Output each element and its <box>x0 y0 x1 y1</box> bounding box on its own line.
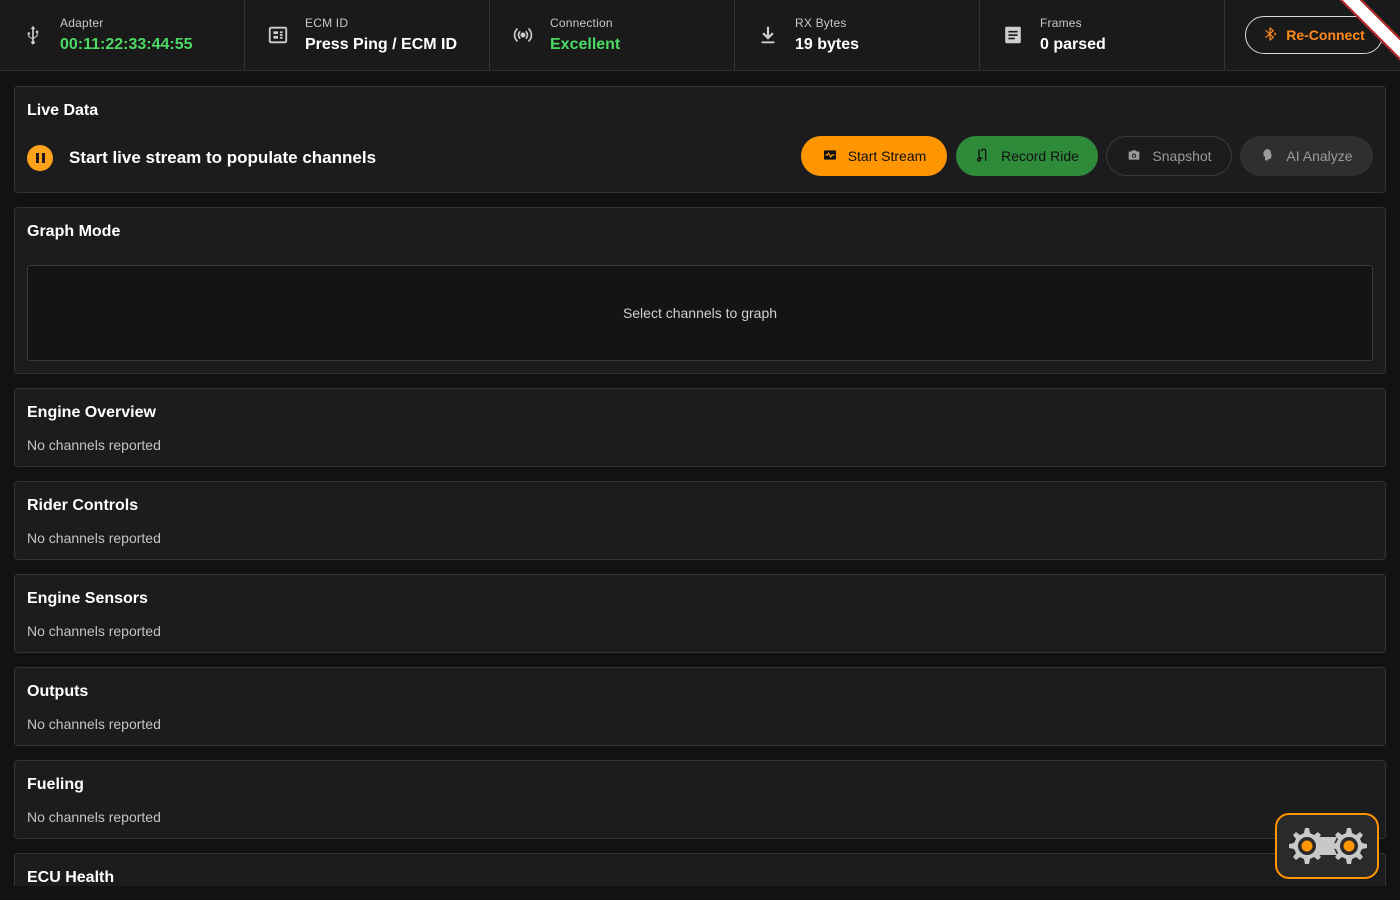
live-data-panel: Live Data Start live stream to populate … <box>14 86 1386 193</box>
adapter-stat: Adapter 00:11:22:33:44:55 <box>0 0 245 70</box>
section-message: No channels reported <box>27 623 161 639</box>
brain-icon <box>1260 147 1276 166</box>
graph-mode-title: Graph Mode <box>27 223 121 240</box>
adapter-label: Adapter <box>60 16 104 30</box>
reconnect-label: Re-Connect <box>1286 27 1365 43</box>
ecm-id-value: Press Ping / ECM ID <box>305 36 458 53</box>
section-message: No channels reported <box>27 437 161 453</box>
ecu-health-panel: ECU Health <box>14 853 1386 886</box>
bluetooth-icon <box>1262 26 1278 45</box>
section-title: Rider Controls <box>27 497 139 514</box>
rx-bytes-stat: RX Bytes 19 bytes <box>735 0 980 70</box>
rx-bytes-label: RX Bytes <box>795 16 847 30</box>
graph-area[interactable]: Select channels to graph <box>27 265 1373 361</box>
section-message: No channels reported <box>27 809 161 825</box>
section-title: Engine Sensors <box>27 590 148 607</box>
gear-icon <box>1289 828 1367 864</box>
live-status-message: Start live stream to populate channels <box>69 148 377 167</box>
rx-bytes-value: 19 bytes <box>795 36 860 53</box>
section-title: Outputs <box>27 683 89 700</box>
download-icon <box>757 24 779 46</box>
graph-empty-message: Select channels to graph <box>622 305 778 321</box>
outputs-panel: Outputs No channels reported <box>14 667 1386 746</box>
reconnect-area: Re-Connect <box>1225 0 1400 70</box>
snapshot-label: Snapshot <box>1152 148 1212 164</box>
section-title: ECU Health <box>27 869 115 886</box>
stream-icon <box>822 147 838 166</box>
section-message: No channels reported <box>27 716 161 732</box>
status-bar: Adapter 00:11:22:33:44:55 ECM ID Press P… <box>0 0 1400 71</box>
usb-icon <box>22 24 44 46</box>
frames-stat: Frames 0 parsed <box>980 0 1225 70</box>
route-icon <box>975 147 991 166</box>
app-logo-button[interactable] <box>1275 813 1379 879</box>
live-data-title: Live Data <box>27 102 99 119</box>
signal-icon <box>512 24 534 46</box>
camera-icon <box>1126 147 1142 166</box>
record-ride-button[interactable]: Record Ride <box>956 136 1098 176</box>
section-title: Engine Overview <box>27 404 156 421</box>
adapter-value: 00:11:22:33:44:55 <box>60 36 193 53</box>
rider-controls-panel: Rider Controls No channels reported <box>14 481 1386 560</box>
ai-analyze-button[interactable]: AI Analyze <box>1240 136 1373 176</box>
document-icon <box>1002 24 1024 46</box>
engine-overview-panel: Engine Overview No channels reported <box>14 388 1386 467</box>
connection-stat: Connection Excellent <box>490 0 735 70</box>
snapshot-button[interactable]: Snapshot <box>1106 136 1232 176</box>
engine-sensors-panel: Engine Sensors No channels reported <box>14 574 1386 653</box>
start-stream-button[interactable]: Start Stream <box>801 136 947 176</box>
ecm-id-stat: ECM ID Press Ping / ECM ID <box>245 0 490 70</box>
graph-mode-panel: Graph Mode Select channels to graph <box>14 207 1386 374</box>
frames-value: 0 parsed <box>1040 36 1106 53</box>
section-title: Fueling <box>27 776 84 793</box>
start-stream-label: Start Stream <box>847 148 927 164</box>
chip-icon <box>267 24 289 46</box>
connection-label: Connection <box>550 16 613 30</box>
frames-label: Frames <box>1040 16 1082 30</box>
record-ride-label: Record Ride <box>1001 148 1079 164</box>
pause-icon <box>27 145 53 171</box>
ecm-id-label: ECM ID <box>305 16 349 30</box>
fueling-panel: Fueling No channels reported <box>14 760 1386 839</box>
section-message: No channels reported <box>27 530 161 546</box>
ai-analyze-label: AI Analyze <box>1286 148 1353 164</box>
connection-value: Excellent <box>550 36 621 53</box>
live-status: Start live stream to populate channels <box>27 145 376 171</box>
